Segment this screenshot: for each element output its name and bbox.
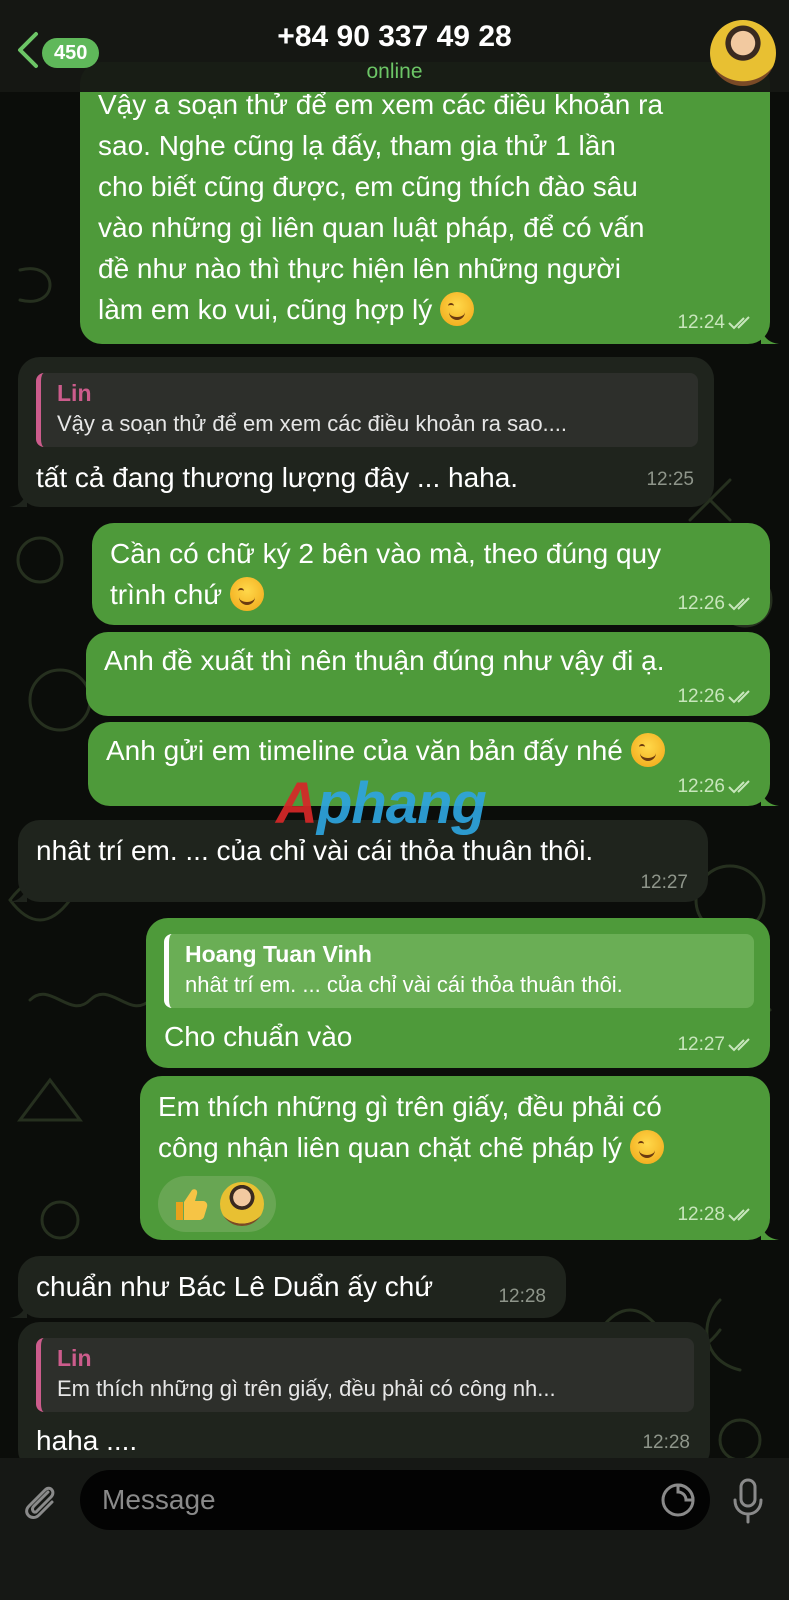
double-check-icon <box>728 690 750 704</box>
message-text: tất cả đang thương lượng đây ... haha. <box>36 462 519 493</box>
message-time: 12:27 <box>640 872 688 893</box>
double-check-icon <box>728 316 750 330</box>
message-text: Em thích những gì trên giấy, đều phải có… <box>158 1091 664 1164</box>
message-time: 12:28 <box>498 1286 546 1307</box>
message-bubble-outgoing[interactable]: Hoang Tuan Vinh nhât trí em. ... của chỉ… <box>146 918 770 1068</box>
message-time: 12:27 <box>677 1034 725 1055</box>
smile-emoji-icon <box>629 1130 664 1164</box>
reply-quote[interactable]: Hoang Tuan Vinh nhât trí em. ... của chỉ… <box>164 934 754 1008</box>
message-bubble-incoming[interactable]: Lin Em thích những gì trên giấy, đều phả… <box>18 1322 710 1472</box>
message-time: 12:25 <box>646 469 694 490</box>
smile-emoji-icon <box>630 733 665 767</box>
bubble-tail <box>9 489 27 507</box>
bubble-tail <box>761 1222 779 1240</box>
message-bubble-incoming[interactable]: chuẩn như Bác Lê Duẩn ấy chứ 12:28 <box>9 1256 566 1318</box>
double-check-icon <box>728 597 750 611</box>
chat-header: 450 +84 90 337 49 28 online <box>0 0 789 92</box>
reply-text: Vậy a soạn thử để em xem các điều khoản … <box>57 411 568 436</box>
reply-text: nhât trí em. ... của chỉ vài cái thỏa th… <box>185 972 623 997</box>
message-text: chuẩn như Bác Lê Duẩn ấy chứ <box>36 1271 434 1302</box>
message-text: haha .... <box>36 1425 138 1456</box>
double-check-icon <box>728 780 750 794</box>
watermark-logo: Aphang <box>276 771 487 836</box>
smile-emoji-icon <box>229 577 264 611</box>
double-check-icon <box>728 1038 750 1052</box>
thumbs-up-icon <box>176 1189 208 1220</box>
message-time: 12:28 <box>642 1432 690 1453</box>
message-text: Cần có chữ ký 2 bên vào mà, theo đúng qu… <box>110 538 662 611</box>
message-bubble-incoming[interactable]: Lin Vậy a soạn thử để em xem các điều kh… <box>9 357 714 507</box>
sticker-icon[interactable] <box>658 1480 698 1520</box>
reply-sender: Lin <box>57 1345 92 1371</box>
reply-quote[interactable]: Lin Em thích những gì trên giấy, đều phả… <box>36 1338 694 1412</box>
composer-bar: Message <box>0 1458 789 1600</box>
message-bubble-outgoing[interactable]: Anh đề xuất thì nên thuận đúng như vậy đ… <box>86 632 770 716</box>
reaction-pill[interactable] <box>158 1176 276 1232</box>
reply-sender: Lin <box>57 380 92 406</box>
reply-text: Em thích những gì trên giấy, đều phải có… <box>57 1376 556 1401</box>
bubble-tail <box>9 1300 27 1318</box>
contact-title[interactable]: +84 90 337 49 28 <box>0 20 789 54</box>
microphone-icon[interactable] <box>728 1476 768 1526</box>
bubble-tail <box>9 884 27 902</box>
smile-emoji-icon <box>440 292 475 326</box>
message-text: Anh đề xuất thì nên thuận đúng như vậy đ… <box>104 645 665 676</box>
reply-quote[interactable]: Lin Vậy a soạn thử để em xem các điều kh… <box>36 373 698 447</box>
bubble-tail <box>761 326 779 344</box>
message-text: Vậy a soạn thử để em xem các điều khoản … <box>98 89 664 326</box>
avatar[interactable] <box>710 20 776 86</box>
bubble-tail <box>761 788 779 806</box>
message-time: 12:24 <box>677 312 725 333</box>
message-text: Anh gửi em timeline của văn bản đấy nhé <box>106 730 754 771</box>
message-time: 12:28 <box>677 1204 725 1225</box>
message-time: 12:26 <box>677 776 725 797</box>
message-time: 12:26 <box>677 686 725 707</box>
message-placeholder: Message <box>102 1484 216 1515</box>
reply-sender: Hoang Tuan Vinh <box>185 941 372 967</box>
attach-paperclip-icon[interactable] <box>18 1478 62 1522</box>
message-bubble-outgoing[interactable]: Vậy a soạn thử để em xem các điều khoản … <box>80 62 779 344</box>
avatar <box>220 1182 264 1226</box>
message-text: Cho chuẩn vào <box>164 1021 353 1052</box>
message-bubble-outgoing[interactable]: Cần có chữ ký 2 bên vào mà, theo đúng qu… <box>92 523 770 625</box>
message-time: 12:26 <box>677 593 725 614</box>
message-input[interactable]: Message <box>80 1470 710 1530</box>
message-bubble-outgoing[interactable]: Em thích những gì trên giấy, đều phải có… <box>140 1076 779 1240</box>
contact-status: online <box>366 60 423 83</box>
double-check-icon <box>728 1208 750 1222</box>
